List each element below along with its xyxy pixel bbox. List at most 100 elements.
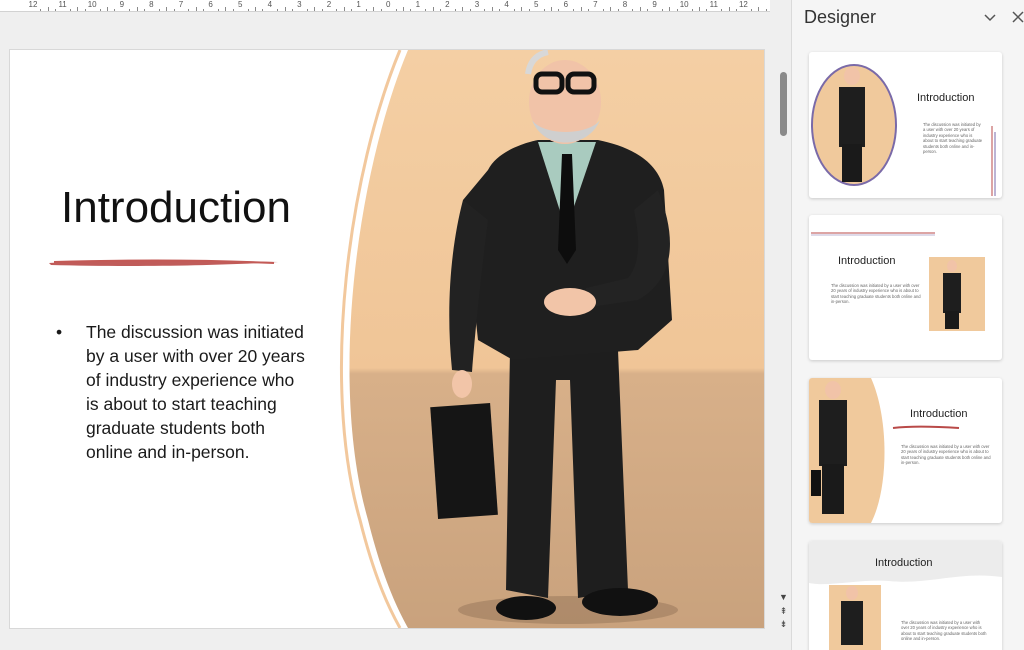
ruler-tick <box>580 7 582 11</box>
ruler-tick <box>484 9 486 11</box>
ruler-tick <box>255 7 256 11</box>
design-idea-card[interactable]: Introduction The discussion was initiate… <box>809 378 1002 523</box>
ruler-tick <box>55 9 57 11</box>
ruler-tick <box>728 7 730 11</box>
design-idea-body: The discussion was initiated by a user w… <box>901 444 991 466</box>
design-idea-card[interactable]: Introduction The discussion was initiate… <box>809 541 1002 650</box>
ruler-tick <box>521 7 523 11</box>
ruler-label: 2 <box>445 0 450 9</box>
design-idea-card[interactable]: Introduction The discussion was initiate… <box>809 215 1002 360</box>
ruler-label: 7 <box>178 0 184 9</box>
ruler-tick <box>588 9 589 11</box>
design-idea-title: Introduction <box>875 557 933 569</box>
next-slide-icon[interactable]: ⇟ <box>778 619 789 629</box>
ruler-tick <box>84 9 86 11</box>
ruler-tick <box>551 7 552 11</box>
ruler-tick <box>107 7 108 11</box>
bullet-point-icon: • <box>56 322 63 342</box>
slide-editing-area: Introduction • The discussion was initia… <box>0 12 770 650</box>
slide-title[interactable]: Introduction <box>61 183 291 233</box>
ruler-tick <box>292 9 293 11</box>
ruler-label: 6 <box>563 0 569 9</box>
ruler-tick <box>499 9 501 11</box>
ruler-label: 11 <box>58 0 67 9</box>
previous-slide-icon[interactable]: ⇞ <box>778 606 789 616</box>
ruler-label: 1 <box>356 0 361 9</box>
ruler-tick <box>765 9 767 11</box>
designer-pane: Designer Introduction The discussion was… <box>791 0 1024 650</box>
bullet-item[interactable]: • The discussion was initiated by a user… <box>56 320 306 464</box>
ruler-tick <box>543 9 545 11</box>
ruler-tick <box>758 7 760 11</box>
ruler-tick <box>662 9 663 11</box>
ruler-label: 3 <box>297 0 302 9</box>
ruler-label: 5 <box>533 0 539 9</box>
ruler-tick <box>99 9 101 11</box>
horizontal-ruler: 12 11 10 9 8 7 6 5 4 3 2 1 0 1 2 3 4 5 6 7 8 9 10 11 12 <box>0 0 770 12</box>
ruler-tick <box>366 9 367 11</box>
ruler-tick <box>277 9 279 11</box>
ruler-label: 11 <box>709 0 718 9</box>
ruler-tick <box>669 7 671 11</box>
ruler-tick <box>617 9 619 11</box>
ruler-tick <box>218 9 219 11</box>
ruler-tick <box>647 9 649 11</box>
ruler-tick <box>454 9 456 11</box>
ruler-tick <box>40 9 42 11</box>
ruler-label: 12 <box>28 0 38 9</box>
ruler-tick <box>158 9 160 11</box>
design-idea-body: The discussion was initiated by a user w… <box>901 620 987 642</box>
ruler-tick <box>129 9 131 11</box>
slide-body-text[interactable]: • The discussion was initiated by a user… <box>56 320 306 464</box>
ruler-tick <box>136 7 138 11</box>
ruler-label: 10 <box>87 0 97 9</box>
ruler-label: 6 <box>208 0 213 9</box>
ruler-tick <box>166 7 168 11</box>
vertical-scrollbar[interactable]: ▼ ⇞ ⇟ <box>776 12 790 650</box>
chevron-down-icon[interactable] <box>982 9 998 25</box>
bullet-text: The discussion was initiated by a user w… <box>86 322 305 462</box>
ruler-tick <box>425 9 427 11</box>
ruler-label: 10 <box>679 0 689 9</box>
design-idea-title: Introduction <box>838 255 896 267</box>
ruler-tick <box>380 9 382 11</box>
ruler-label: 8 <box>622 0 628 9</box>
ruler-tick <box>343 7 345 11</box>
ruler-tick <box>395 9 397 11</box>
ruler-tick <box>70 9 71 11</box>
ruler-tick <box>721 9 723 11</box>
ruler-tick <box>351 9 353 11</box>
close-icon[interactable] <box>1011 10 1024 24</box>
ruler-tick <box>699 7 700 11</box>
ruler-tick <box>403 7 404 11</box>
designer-pane-title: Designer <box>804 7 877 27</box>
scroll-thumb[interactable] <box>780 72 787 136</box>
ruler-tick <box>610 7 612 11</box>
ruler-label: 12 <box>738 0 748 9</box>
ruler-tick <box>491 7 493 11</box>
ruler-label: 9 <box>652 0 657 9</box>
ruler-tick <box>558 9 560 11</box>
ruler-tick <box>750 9 752 11</box>
ruler-tick <box>639 7 641 11</box>
slide-canvas[interactable]: Introduction • The discussion was initia… <box>10 50 764 628</box>
design-idea-body: The discussion was initiated by a user w… <box>923 122 983 155</box>
ruler-tick <box>314 7 316 11</box>
ruler-tick <box>440 9 441 11</box>
ruler-tick <box>691 9 693 11</box>
ruler-tick <box>632 9 634 11</box>
design-idea-title: Introduction <box>917 92 975 104</box>
ruler-tick <box>410 9 412 11</box>
design-idea-title: Introduction <box>910 408 968 420</box>
ruler-tick <box>77 7 79 11</box>
ruler-label: 4 <box>504 0 509 9</box>
scroll-down-arrow-icon[interactable]: ▼ <box>778 592 789 602</box>
ruler-tick <box>373 7 375 11</box>
ruler-tick <box>188 9 190 11</box>
ruler-label: 3 <box>474 0 480 9</box>
character-photo[interactable] <box>338 50 764 628</box>
design-idea-card[interactable]: Introduction The discussion was initiate… <box>809 52 1002 198</box>
ruler-tick <box>232 9 234 11</box>
ruler-tick <box>573 9 575 11</box>
ruler-tick <box>47 7 49 11</box>
